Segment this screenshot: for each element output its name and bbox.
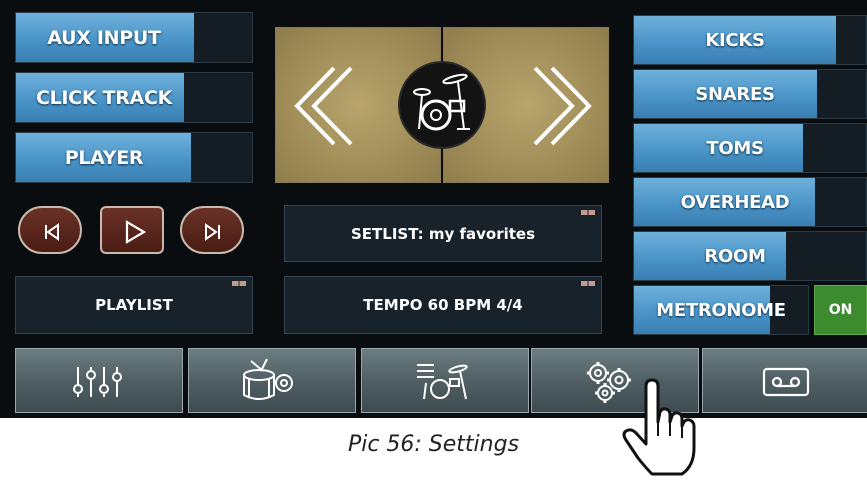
- corner-indicator: [232, 281, 246, 286]
- fader-label: SNARES: [695, 83, 775, 105]
- fader-label: TOMS: [706, 137, 764, 159]
- sliders-icon: [73, 367, 122, 397]
- fader-room[interactable]: ROOM: [633, 231, 867, 281]
- drum-gear-icon: [243, 358, 293, 400]
- fader-label: OVERHEAD: [680, 191, 790, 213]
- corner-indicator: [581, 210, 595, 215]
- tempo-button[interactable]: TEMPO 60 BPM 4/4: [284, 276, 602, 334]
- metronome-toggle[interactable]: ON: [814, 285, 867, 335]
- fader-overhead[interactable]: OVERHEAD: [633, 177, 867, 227]
- fader-player[interactable]: PLAYER: [15, 132, 253, 183]
- setlist-button[interactable]: SETLIST: my favorites: [284, 205, 602, 262]
- fader-label: AUX INPUT: [47, 26, 161, 49]
- drum-kit-icon: [398, 61, 486, 149]
- setlist-label: SETLIST: my favorites: [350, 224, 536, 243]
- nav-mixer[interactable]: [15, 348, 183, 413]
- fader-toms[interactable]: TOMS: [633, 123, 867, 173]
- fader-kicks[interactable]: KICKS: [633, 15, 867, 65]
- nav-kit-edit[interactable]: [361, 348, 529, 413]
- fader-label: METRONOME: [656, 299, 786, 321]
- fader-click-track[interactable]: CLICK TRACK: [15, 72, 253, 123]
- next-button[interactable]: [180, 206, 244, 254]
- tempo-label: TEMPO 60 BPM 4/4: [363, 296, 523, 314]
- skip-back-icon: [45, 223, 59, 241]
- drum-module-screen: AUX INPUT CLICK TRACK PLAYER PLAYLIST SE…: [0, 0, 867, 418]
- play-icon: [125, 220, 147, 244]
- playlist-label: PLAYLIST: [95, 296, 173, 314]
- fader-label: KICKS: [705, 29, 765, 51]
- fader-label: ROOM: [704, 245, 766, 267]
- previous-button[interactable]: [18, 206, 82, 254]
- figure-caption: Pic 56: Settings: [347, 432, 520, 457]
- drum-kit-list-icon: [417, 364, 468, 400]
- pointing-hand-icon: [622, 378, 696, 476]
- play-button[interactable]: [100, 206, 164, 254]
- metronome-state: ON: [828, 302, 853, 318]
- fader-aux-input[interactable]: AUX INPUT: [15, 12, 253, 63]
- cassette-icon: [762, 367, 810, 397]
- fader-metronome[interactable]: METRONOME: [633, 285, 809, 335]
- playlist-button[interactable]: PLAYLIST: [15, 276, 253, 334]
- corner-indicator: [581, 281, 595, 286]
- skip-forward-icon: [205, 223, 220, 241]
- fader-label: PLAYER: [64, 146, 144, 169]
- nav-recorder[interactable]: [702, 348, 867, 413]
- fader-label: CLICK TRACK: [35, 86, 173, 109]
- fader-snares[interactable]: SNARES: [633, 69, 867, 119]
- nav-drum-settings[interactable]: [188, 348, 356, 413]
